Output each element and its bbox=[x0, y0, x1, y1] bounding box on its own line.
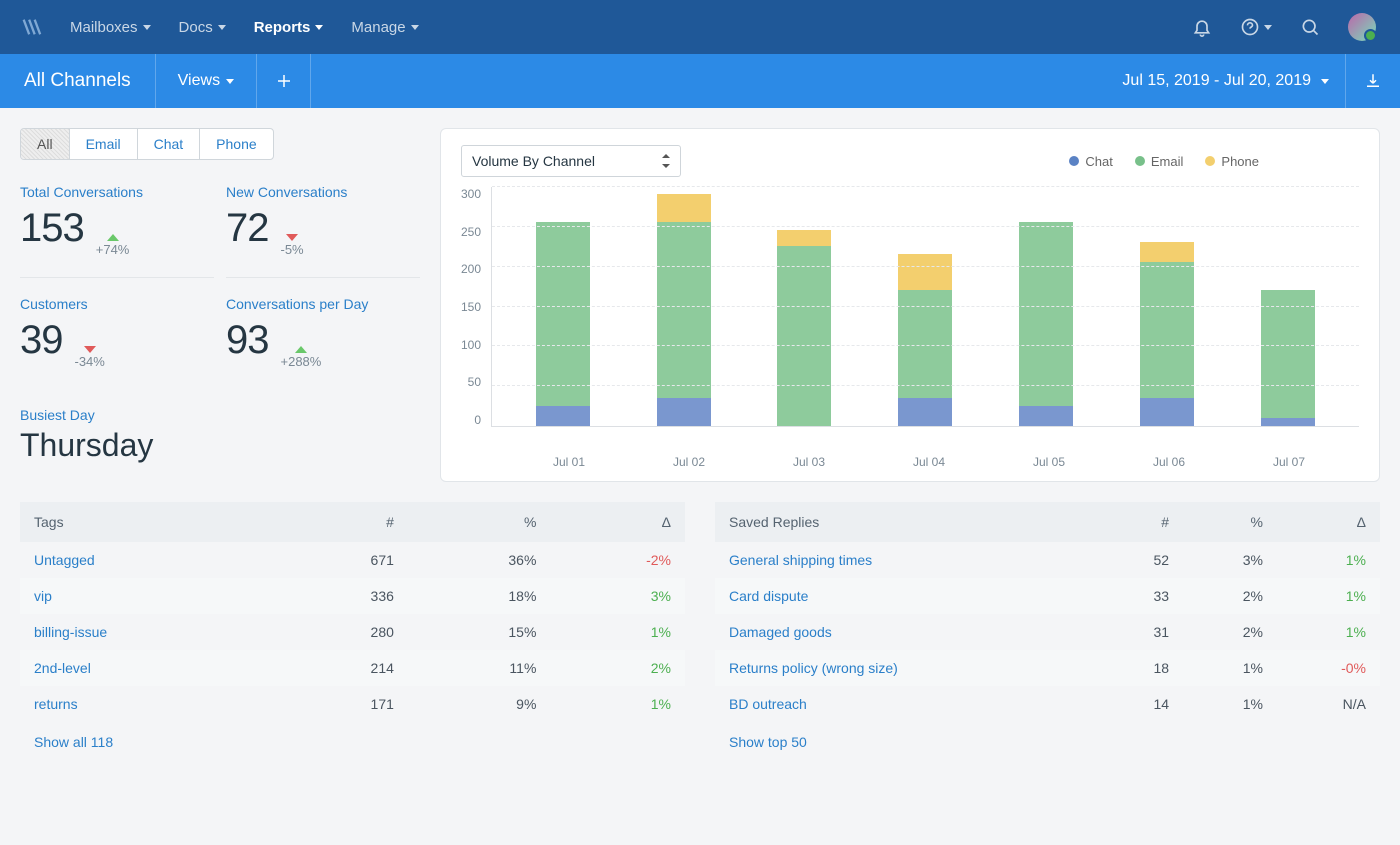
trend-up-icon bbox=[107, 234, 119, 241]
bar-jul-06 bbox=[1140, 242, 1194, 426]
replies-show-more[interactable]: Show top 50 bbox=[715, 722, 821, 762]
table-row: Damaged goods312%1% bbox=[715, 614, 1380, 650]
seg-all[interactable]: All bbox=[21, 129, 70, 159]
col-pct: % bbox=[408, 502, 551, 542]
tags-show-more[interactable]: Show all 118 bbox=[20, 722, 127, 762]
legend-phone: Phone bbox=[1205, 154, 1259, 169]
help-icon[interactable] bbox=[1240, 17, 1272, 37]
col-count: # bbox=[277, 502, 408, 542]
stat-label: Total Conversations bbox=[20, 184, 214, 200]
trend-indicator: +74% bbox=[96, 234, 130, 257]
chevron-down-icon bbox=[411, 25, 419, 30]
search-icon[interactable] bbox=[1300, 17, 1320, 37]
download-button[interactable] bbox=[1346, 54, 1400, 108]
stat-label: Customers bbox=[20, 296, 214, 312]
stat-total-conversations: Total Conversations 153 +74% bbox=[20, 184, 214, 278]
col-tags: Tags bbox=[20, 502, 277, 542]
table-row: Returns policy (wrong size)181%-0% bbox=[715, 650, 1380, 686]
avatar[interactable] bbox=[1348, 13, 1376, 41]
stat-value: 93 bbox=[226, 318, 269, 363]
tags-table: Tags # % Δ Untagged67136%-2%vip33618%3%b… bbox=[20, 502, 685, 762]
trend-indicator: -5% bbox=[281, 234, 304, 257]
channel-filter: All Email Chat Phone bbox=[20, 128, 274, 160]
seg-phone[interactable]: Phone bbox=[200, 129, 272, 159]
bar-jul-07 bbox=[1261, 290, 1315, 426]
row-link[interactable]: Damaged goods bbox=[715, 614, 1098, 650]
row-link[interactable]: Returns policy (wrong size) bbox=[715, 650, 1098, 686]
nav-mailboxes[interactable]: Mailboxes bbox=[70, 19, 151, 36]
chevron-down-icon bbox=[315, 25, 323, 30]
row-link[interactable]: BD outreach bbox=[715, 686, 1098, 722]
nav-reports[interactable]: Reports bbox=[254, 19, 324, 36]
row-link[interactable]: Card dispute bbox=[715, 578, 1098, 614]
row-link[interactable]: General shipping times bbox=[715, 542, 1098, 578]
table-row: Card dispute332%1% bbox=[715, 578, 1380, 614]
stat-label: New Conversations bbox=[226, 184, 420, 200]
saved-replies-table: Saved Replies # % Δ General shipping tim… bbox=[715, 502, 1380, 762]
top-nav: Mailboxes Docs Reports Manage bbox=[0, 0, 1400, 54]
table-row: 2nd-level21411%2% bbox=[20, 650, 685, 686]
trend-down-icon bbox=[286, 234, 298, 241]
chevron-down-icon bbox=[143, 25, 151, 30]
stat-value: 153 bbox=[20, 206, 84, 251]
stat-new-conversations: New Conversations 72 -5% bbox=[226, 184, 420, 278]
table-row: BD outreach141%N/A bbox=[715, 686, 1380, 722]
row-link[interactable]: vip bbox=[20, 578, 277, 614]
sub-nav: All Channels Views Jul 15, 2019 - Jul 20… bbox=[0, 54, 1400, 108]
stat-value: 72 bbox=[226, 206, 269, 251]
bar-jul-05 bbox=[1019, 222, 1073, 426]
chevron-down-icon bbox=[1264, 25, 1272, 30]
stat-customers: Customers 39 -34% bbox=[20, 296, 214, 389]
chevron-down-icon bbox=[1321, 79, 1329, 84]
table-row: returns1719%1% bbox=[20, 686, 685, 722]
busiest-day-value: Thursday bbox=[20, 427, 420, 464]
row-link[interactable]: Untagged bbox=[20, 542, 277, 578]
col-replies: Saved Replies bbox=[715, 502, 1098, 542]
plus-icon bbox=[275, 72, 293, 90]
chevron-down-icon bbox=[226, 79, 234, 84]
bar-jul-01 bbox=[536, 222, 590, 426]
col-pct: % bbox=[1183, 502, 1277, 542]
row-link[interactable]: billing-issue bbox=[20, 614, 277, 650]
table-row: vip33618%3% bbox=[20, 578, 685, 614]
page-title: All Channels bbox=[0, 54, 156, 108]
stat-label: Conversations per Day bbox=[226, 296, 420, 312]
nav-docs[interactable]: Docs bbox=[179, 19, 226, 36]
chevron-down-icon bbox=[218, 25, 226, 30]
busiest-day-label: Busiest Day bbox=[20, 407, 420, 423]
download-icon bbox=[1364, 72, 1382, 90]
stat-per-day: Conversations per Day 93 +288% bbox=[226, 296, 420, 389]
chart-plot: 300250200150100500 bbox=[461, 187, 1359, 447]
trend-down-icon bbox=[84, 346, 96, 353]
row-link[interactable]: returns bbox=[20, 686, 277, 722]
row-link[interactable]: 2nd-level bbox=[20, 650, 277, 686]
table-row: billing-issue28015%1% bbox=[20, 614, 685, 650]
legend-chat: Chat bbox=[1069, 154, 1112, 169]
add-button[interactable] bbox=[257, 54, 311, 108]
views-dropdown[interactable]: Views bbox=[156, 54, 257, 108]
col-delta: Δ bbox=[550, 502, 685, 542]
date-range-picker[interactable]: Jul 15, 2019 - Jul 20, 2019 bbox=[1106, 54, 1346, 108]
trend-indicator: +288% bbox=[281, 346, 322, 369]
bell-icon[interactable] bbox=[1192, 17, 1212, 37]
col-count: # bbox=[1098, 502, 1183, 542]
logo-icon bbox=[20, 16, 42, 38]
bar-jul-02 bbox=[657, 194, 711, 426]
chart-card: Volume By Channel Chat Email Phone 30025… bbox=[440, 128, 1380, 482]
bar-jul-04 bbox=[898, 254, 952, 426]
chart-legend: Chat Email Phone bbox=[1069, 154, 1259, 169]
legend-email: Email bbox=[1135, 154, 1184, 169]
bar-jul-03 bbox=[777, 230, 831, 426]
col-delta: Δ bbox=[1277, 502, 1380, 542]
seg-email[interactable]: Email bbox=[70, 129, 138, 159]
stat-value: 39 bbox=[20, 318, 63, 363]
trend-up-icon bbox=[295, 346, 307, 353]
nav-manage[interactable]: Manage bbox=[351, 19, 418, 36]
table-row: Untagged67136%-2% bbox=[20, 542, 685, 578]
table-row: General shipping times523%1% bbox=[715, 542, 1380, 578]
seg-chat[interactable]: Chat bbox=[138, 129, 201, 159]
chart-type-select[interactable]: Volume By Channel bbox=[461, 145, 681, 177]
trend-indicator: -34% bbox=[75, 346, 105, 369]
